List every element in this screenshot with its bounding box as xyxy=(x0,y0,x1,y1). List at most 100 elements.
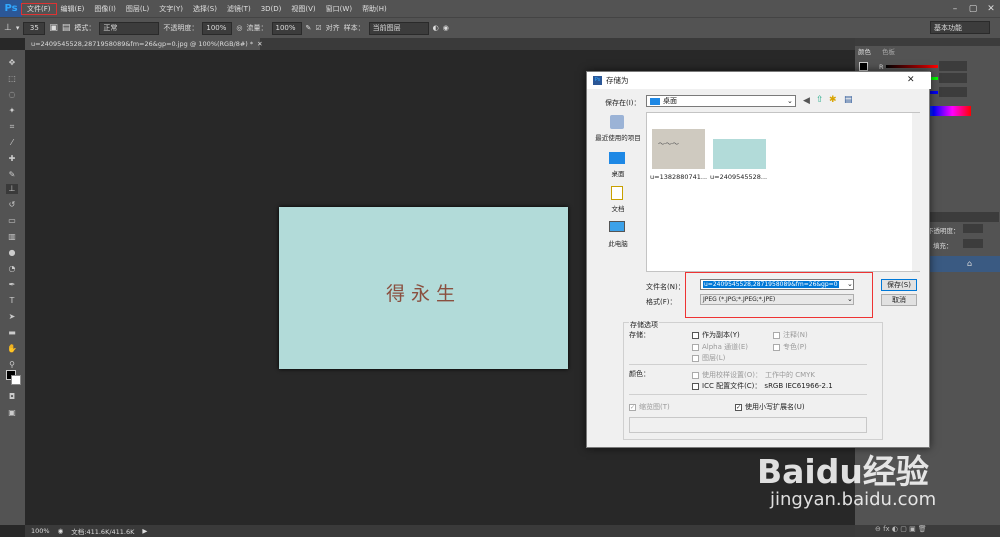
status-icon: ◉ xyxy=(57,527,64,535)
menu-layer[interactable]: 图层(L) xyxy=(121,4,154,14)
close-tab-icon[interactable]: ✕ xyxy=(257,40,262,48)
desktop-icon[interactable] xyxy=(609,152,625,164)
photoshop-logo: Ps xyxy=(0,0,22,17)
opacity-input[interactable]: 100% xyxy=(202,21,233,35)
ignore-adjustment-icon[interactable]: ◐ xyxy=(433,24,439,32)
eraser-tool-icon[interactable]: ▭ xyxy=(6,216,18,226)
path-select-tool-icon[interactable]: ➤ xyxy=(6,312,18,322)
use-proof-checkbox[interactable]: 使用校样设置(O)： 工作中的 CMYK xyxy=(692,370,815,380)
status-menu-arrow-icon[interactable]: ▶ xyxy=(142,527,147,535)
layer-opacity-input[interactable] xyxy=(963,224,983,233)
align-checkbox[interactable]: ☑ xyxy=(315,24,321,32)
clone-source-icon[interactable]: ▤ xyxy=(62,23,71,33)
pen-tool-icon[interactable]: ✒ xyxy=(6,280,18,290)
up-folder-icon[interactable]: ⇧ xyxy=(816,95,824,105)
notes-checkbox[interactable]: 注释(N) xyxy=(773,330,808,340)
view-menu-icon[interactable]: ▤ xyxy=(844,95,853,105)
blue-value[interactable] xyxy=(939,87,967,97)
clone-stamp-icon[interactable]: ⊥ xyxy=(4,23,12,33)
flow-input[interactable]: 100% xyxy=(271,21,302,35)
document-info: 文档:411.6K/411.6K xyxy=(71,528,135,536)
menu-type[interactable]: 文字(Y) xyxy=(154,4,188,14)
place-desktop[interactable]: 桌面 xyxy=(591,168,645,178)
healing-brush-tool-icon[interactable]: ✚ xyxy=(6,154,18,164)
color-tab[interactable]: 颜色 xyxy=(858,46,878,56)
tools-panel: ✥ ⬚ ◌ ✦ ⌗ ⁄ ✚ ✎ ⊥ ↺ ▭ ▥ ● ◔ ✒ T ➤ ▬ ✋ ⚲ … xyxy=(0,50,25,525)
cancel-button[interactable]: 取消 xyxy=(881,294,917,306)
quick-mask-icon[interactable]: ◘ xyxy=(6,392,18,402)
background-color-swatch[interactable] xyxy=(11,375,21,385)
type-tool-icon[interactable]: T xyxy=(6,296,18,306)
icc-checkbox[interactable]: ICC 配置文件(C)： sRGB IEC61966-2.1 xyxy=(692,381,833,391)
history-brush-tool-icon[interactable]: ↺ xyxy=(6,200,18,210)
close-icon[interactable]: ✕ xyxy=(982,0,1000,17)
layer-fill-input[interactable] xyxy=(963,239,983,248)
save-button[interactable]: 保存(S) xyxy=(881,279,917,291)
gradient-tool-icon[interactable]: ▥ xyxy=(6,232,18,242)
layers-checkbox[interactable]: 图层(L) xyxy=(692,353,725,363)
move-tool-icon[interactable]: ✥ xyxy=(6,58,18,68)
recent-items-icon[interactable] xyxy=(610,115,624,129)
workspace-select[interactable]: 基本功能 xyxy=(930,21,990,34)
menu-edit[interactable]: 编辑(E) xyxy=(56,4,90,14)
save-in-select[interactable]: 桌面 ⌄ xyxy=(646,95,796,107)
fg-color-chip[interactable] xyxy=(859,62,868,71)
pressure-opacity-icon[interactable]: ◎ xyxy=(236,24,242,32)
hand-tool-icon[interactable]: ✋ xyxy=(6,344,18,354)
menu-window[interactable]: 窗口(W) xyxy=(321,4,357,14)
place-this-pc[interactable]: 此电脑 xyxy=(591,238,645,248)
thumbnail-checkbox[interactable]: ✓ 缩览图(T) xyxy=(629,402,670,412)
crop-tool-icon[interactable]: ⌗ xyxy=(6,122,18,132)
file-thumb-1[interactable]: 〜〜〜 xyxy=(652,129,705,169)
alpha-checkbox[interactable]: Alpha 通道(E) xyxy=(692,342,748,352)
rectangle-tool-icon[interactable]: ▬ xyxy=(6,328,18,338)
file-name-1[interactable]: u=1382880741... xyxy=(650,173,707,181)
brush-panel-icon[interactable]: ▣ xyxy=(49,23,58,33)
menu-filter[interactable]: 滤镜(T) xyxy=(222,4,256,14)
place-recent[interactable]: 最近使用的项目 xyxy=(591,132,645,142)
spot-checkbox[interactable]: 专色(P) xyxy=(773,342,807,352)
red-slider[interactable] xyxy=(886,65,938,68)
menu-3d[interactable]: 3D(D) xyxy=(256,5,287,13)
this-pc-icon[interactable] xyxy=(609,221,625,232)
dialog-close-icon[interactable]: ✕ xyxy=(907,75,915,85)
menu-file[interactable]: 文件(F) xyxy=(21,2,57,15)
pressure-size-icon[interactable]: ◉ xyxy=(443,24,449,32)
lasso-tool-icon[interactable]: ◌ xyxy=(6,90,18,100)
zoom-level[interactable]: 100% xyxy=(31,527,50,535)
file-name-2[interactable]: u=2409545528... xyxy=(710,173,767,181)
menu-help[interactable]: 帮助(H) xyxy=(357,4,392,14)
place-documents[interactable]: 文档 xyxy=(591,203,645,213)
maximize-icon[interactable]: ▢ xyxy=(964,0,982,17)
marquee-tool-icon[interactable]: ⬚ xyxy=(6,74,18,84)
menu-image[interactable]: 图像(I) xyxy=(89,4,121,14)
document-tab[interactable]: u=2409545528,2871958089&fm=26&gp=0.jpg @… xyxy=(25,38,263,50)
mode-select[interactable]: 正常 xyxy=(99,21,160,35)
zoom-tool-icon[interactable]: ⚲ xyxy=(6,360,18,370)
minimize-icon[interactable]: – xyxy=(946,0,964,17)
airbrush-icon[interactable]: ✎ xyxy=(306,24,312,32)
clone-stamp-tool-icon[interactable]: ⊥ xyxy=(6,184,18,194)
documents-icon[interactable] xyxy=(611,186,623,200)
as-copy-checkbox[interactable]: 作为副本(Y) xyxy=(692,330,740,340)
dodge-tool-icon[interactable]: ◔ xyxy=(6,264,18,274)
brush-tool-icon[interactable]: ✎ xyxy=(6,170,18,180)
swatches-tab[interactable]: 色板 xyxy=(882,46,902,56)
lowercase-ext-checkbox[interactable]: ✓ 使用小写扩展名(U) xyxy=(735,402,805,412)
file-thumb-2[interactable] xyxy=(713,139,766,169)
sample-select[interactable]: 当前图层 xyxy=(368,21,429,35)
quick-select-tool-icon[interactable]: ✦ xyxy=(6,106,18,116)
file-list-scrollbar[interactable] xyxy=(912,113,920,271)
menu-select[interactable]: 选择(S) xyxy=(188,4,222,14)
brush-size-picker[interactable]: 35 xyxy=(23,21,46,35)
eyedropper-tool-icon[interactable]: ⁄ xyxy=(6,138,18,148)
menu-view[interactable]: 视图(V) xyxy=(286,4,320,14)
red-value[interactable] xyxy=(939,61,967,71)
document-canvas[interactable]: 得永生 xyxy=(279,207,568,369)
green-value[interactable] xyxy=(939,73,967,83)
screen-mode-icon[interactable]: ▣ xyxy=(6,408,18,418)
back-icon[interactable]: ◀ xyxy=(803,96,810,106)
blur-tool-icon[interactable]: ● xyxy=(6,248,18,258)
chevron-down-icon[interactable]: ▾ xyxy=(16,24,20,32)
new-folder-icon[interactable]: ✱ xyxy=(829,95,837,105)
